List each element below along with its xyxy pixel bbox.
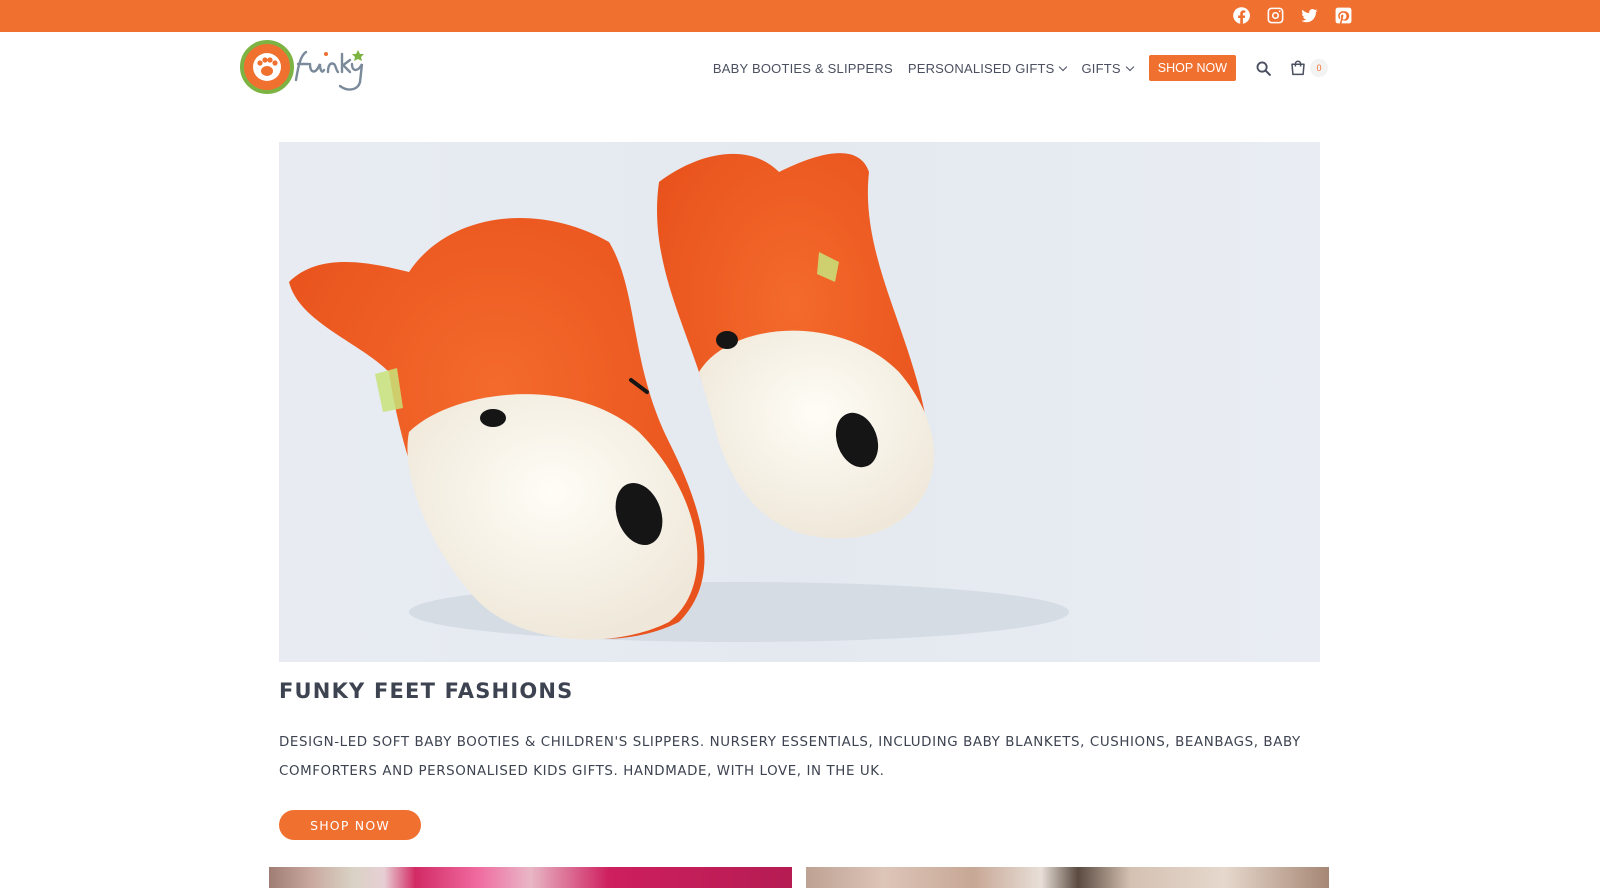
page-title: FUNKY FEET FASHIONS (279, 679, 574, 703)
chevron-down-icon (1125, 62, 1135, 71)
main-content: FUNKY FEET FASHIONS DESIGN-LED SOFT BABY… (237, 104, 1341, 888)
nav-baby-booties-slippers[interactable]: BABY BOOTIES & SLIPPERS (713, 61, 893, 76)
intro-description: DESIGN-LED SOFT BABY BOOTIES & CHILDREN'… (279, 735, 1301, 779)
shop-now-nav-button[interactable]: SHOP NOW (1148, 55, 1236, 81)
nav-gifts[interactable]: GIFTS (1081, 60, 1135, 76)
category-tile-right[interactable] (806, 867, 1329, 888)
hero-image (279, 142, 1320, 662)
facebook-icon[interactable] (1231, 5, 1252, 26)
social-links (1231, 5, 1354, 26)
category-tiles (269, 867, 1329, 888)
chevron-down-icon (1059, 62, 1068, 71)
nav-label: GIFTS (1081, 60, 1121, 76)
nav-personalised-gifts[interactable]: PERSONALISED GIFTS (907, 60, 1068, 76)
pinterest-icon[interactable] (1333, 5, 1354, 26)
cart-button[interactable]: 0 (1288, 58, 1328, 78)
top-bar (0, 0, 1600, 32)
cart-count-badge: 0 (1310, 59, 1328, 77)
shop-now-button[interactable]: SHOP NOW (279, 810, 421, 840)
category-tile-left[interactable] (269, 867, 792, 888)
nav-label: BABY BOOTIES & SLIPPERS (712, 60, 893, 76)
nav-label: PERSONALISED GIFTS (907, 60, 1055, 76)
twitter-icon[interactable] (1299, 5, 1320, 26)
instagram-icon[interactable] (1265, 5, 1286, 26)
shopping-bag-icon (1288, 58, 1308, 78)
search-icon[interactable] (1253, 58, 1273, 78)
site-header: BABY BOOTIES & SLIPPERS PERSONALISED GIF… (0, 32, 1600, 104)
site-logo[interactable] (240, 40, 372, 96)
main-nav: BABY BOOTIES & SLIPPERS PERSONALISED GIF… (713, 54, 1328, 82)
